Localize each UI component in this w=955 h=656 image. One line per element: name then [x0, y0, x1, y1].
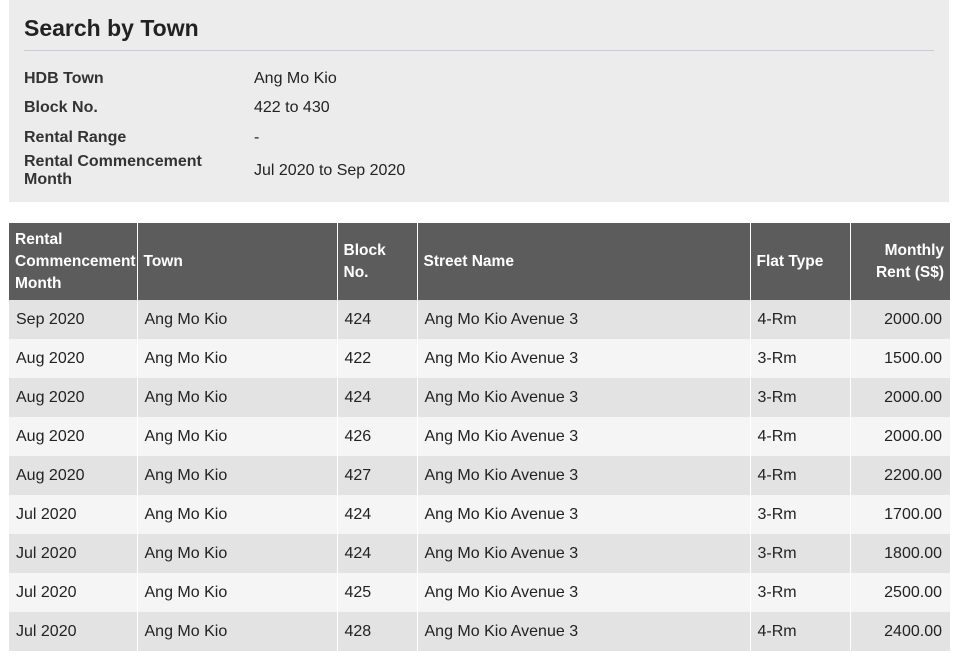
criteria-value: Ang Mo Kio — [254, 69, 337, 87]
cell-flat-type: 4-Rm — [749, 456, 850, 495]
criteria-row-town: HDB Town Ang Mo Kio — [24, 64, 405, 94]
search-criteria: HDB Town Ang Mo Kio Block No. 422 to 430… — [24, 64, 405, 189]
column-header-monthly-rent[interactable]: Monthly Rent (S$) — [849, 223, 950, 300]
cell-flat-type: 4-Rm — [749, 612, 850, 651]
cell-town: Ang Mo Kio — [136, 495, 337, 534]
criteria-row-rental-range: Rental Range - — [24, 123, 405, 153]
column-header-flat-type[interactable]: Flat Type — [749, 223, 850, 300]
cell-flat-type: 4-Rm — [749, 300, 850, 339]
cell-monthly-rent: 2000.00 — [849, 300, 950, 339]
table-row: Jul 2020 Ang Mo Kio 428 Ang Mo Kio Avenue 3… — [9, 612, 950, 651]
criteria-value: Jul 2020 to Sep 2020 — [254, 161, 406, 179]
cell-street-name: Ang Mo Kio Avenue 3 — [416, 300, 750, 339]
column-header-commencement-month[interactable]: Rental Commencement Month — [9, 223, 137, 300]
cell-block-no: 427 — [336, 456, 417, 495]
cell-street-name: Ang Mo Kio Avenue 3 — [416, 534, 750, 573]
criteria-value: 422 to 430 — [254, 99, 330, 117]
criteria-row-block: Block No. 422 to 430 — [24, 94, 405, 124]
cell-flat-type: 3-Rm — [749, 378, 850, 417]
cell-town: Ang Mo Kio — [136, 573, 337, 612]
column-header-town[interactable]: Town — [136, 223, 337, 300]
cell-commencement-month: Jul 2020 — [9, 534, 137, 573]
cell-town: Ang Mo Kio — [136, 534, 337, 573]
column-header-street-name[interactable]: Street Name — [416, 223, 750, 300]
table-row: Jul 2020 Ang Mo Kio 425 Ang Mo Kio Avenue 3… — [9, 573, 950, 612]
cell-street-name: Ang Mo Kio Avenue 3 — [416, 456, 750, 495]
cell-flat-type: 3-Rm — [749, 495, 850, 534]
cell-block-no: 422 — [336, 339, 417, 378]
cell-monthly-rent: 2500.00 — [849, 573, 950, 612]
cell-monthly-rent: 2200.00 — [849, 456, 950, 495]
cell-town: Ang Mo Kio — [136, 417, 337, 456]
cell-commencement-month: Aug 2020 — [9, 417, 137, 456]
cell-commencement-month: Sep 2020 — [9, 300, 137, 339]
cell-block-no: 426 — [336, 417, 417, 456]
rental-results-table: Rental Commencement Month Town Block No.… — [9, 223, 950, 651]
cell-town: Ang Mo Kio — [136, 339, 337, 378]
cell-block-no: 428 — [336, 612, 417, 651]
cell-flat-type: 4-Rm — [749, 417, 850, 456]
cell-monthly-rent: 1800.00 — [849, 534, 950, 573]
cell-commencement-month: Aug 2020 — [9, 378, 137, 417]
cell-street-name: Ang Mo Kio Avenue 3 — [416, 573, 750, 612]
cell-block-no: 424 — [336, 378, 417, 417]
table-row: Sep 2020 Ang Mo Kio 424 Ang Mo Kio Avenue 3… — [9, 300, 950, 339]
criteria-label: Rental Commencement Month — [24, 152, 202, 188]
cell-block-no: 424 — [336, 534, 417, 573]
cell-street-name: Ang Mo Kio Avenue 3 — [416, 612, 750, 651]
cell-block-no: 425 — [336, 573, 417, 612]
table-header-row: Rental Commencement Month Town Block No.… — [9, 223, 950, 300]
table-row: Jul 2020 Ang Mo Kio 424 Ang Mo Kio Avenue 3… — [9, 534, 950, 573]
cell-street-name: Ang Mo Kio Avenue 3 — [416, 339, 750, 378]
table-row: Aug 2020 Ang Mo Kio 426 Ang Mo Kio Avenue 3… — [9, 417, 950, 456]
cell-monthly-rent: 1500.00 — [849, 339, 950, 378]
cell-monthly-rent: 2000.00 — [849, 417, 950, 456]
cell-block-no: 424 — [336, 300, 417, 339]
cell-monthly-rent: 2400.00 — [849, 612, 950, 651]
cell-street-name: Ang Mo Kio Avenue 3 — [416, 378, 750, 417]
table-row: Aug 2020 Ang Mo Kio 427 Ang Mo Kio Avenue 3… — [9, 456, 950, 495]
cell-flat-type: 3-Rm — [749, 339, 850, 378]
cell-town: Ang Mo Kio — [136, 378, 337, 417]
table-body: Sep 2020 Ang Mo Kio 424 Ang Mo Kio Avenue 3… — [9, 300, 950, 651]
criteria-label: HDB Town — [24, 69, 104, 87]
cell-town: Ang Mo Kio — [136, 456, 337, 495]
cell-commencement-month: Jul 2020 — [9, 495, 137, 534]
table-row: Jul 2020 Ang Mo Kio 424 Ang Mo Kio Avenue 3… — [9, 495, 950, 534]
cell-street-name: Ang Mo Kio Avenue 3 — [416, 495, 750, 534]
cell-flat-type: 3-Rm — [749, 573, 850, 612]
criteria-label: Rental Range — [24, 128, 127, 146]
cell-monthly-rent: 2000.00 — [849, 378, 950, 417]
criteria-row-commencement: Rental Commencement Month Jul 2020 to Se… — [24, 153, 405, 189]
page-title: Search by Town — [24, 0, 934, 51]
cell-town: Ang Mo Kio — [136, 612, 337, 651]
cell-commencement-month: Jul 2020 — [9, 573, 137, 612]
cell-town: Ang Mo Kio — [136, 300, 337, 339]
cell-block-no: 424 — [336, 495, 417, 534]
cell-commencement-month: Jul 2020 — [9, 612, 137, 651]
table-row: Aug 2020 Ang Mo Kio 424 Ang Mo Kio Avenue 3… — [9, 378, 950, 417]
column-header-block-no[interactable]: Block No. — [336, 223, 417, 300]
cell-commencement-month: Aug 2020 — [9, 339, 137, 378]
cell-street-name: Ang Mo Kio Avenue 3 — [416, 417, 750, 456]
criteria-label: Block No. — [24, 99, 98, 117]
cell-monthly-rent: 1700.00 — [849, 495, 950, 534]
table-row: Aug 2020 Ang Mo Kio 422 Ang Mo Kio Avenue 3… — [9, 339, 950, 378]
cell-flat-type: 3-Rm — [749, 534, 850, 573]
criteria-value: - — [254, 128, 260, 146]
cell-commencement-month: Aug 2020 — [9, 456, 137, 495]
search-summary-panel: Search by Town HDB Town Ang Mo Kio Block… — [9, 0, 949, 202]
